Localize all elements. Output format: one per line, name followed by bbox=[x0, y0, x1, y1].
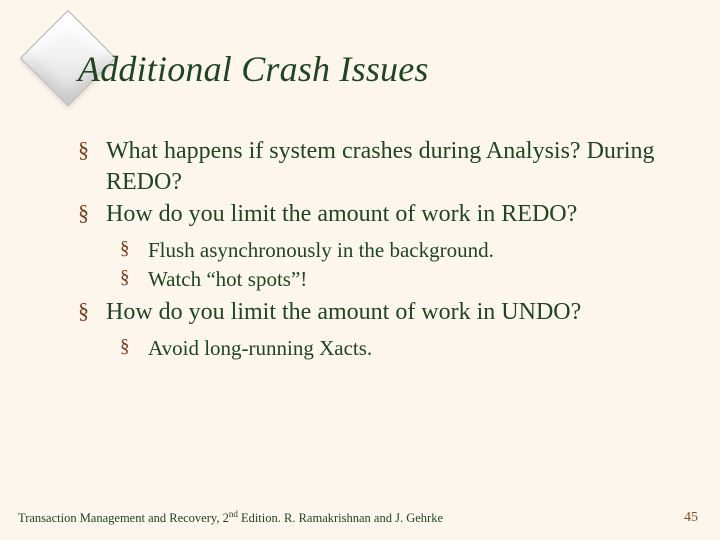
bullet-item: What happens if system crashes during An… bbox=[78, 136, 680, 197]
sub-bullet-item: Flush asynchronously in the background. bbox=[120, 236, 680, 264]
term-redo: REDO bbox=[106, 169, 171, 195]
slide-body: What happens if system crashes during An… bbox=[78, 136, 680, 366]
bullet-text-tail: ? bbox=[567, 201, 578, 227]
footer-pre: Transaction Management and Recovery, 2 bbox=[18, 511, 229, 525]
bullet-text-tail: ? bbox=[171, 169, 182, 195]
bullet-text: How do you limit the amount of work in bbox=[106, 201, 501, 227]
sub-bullet-item: Avoid long-running Xacts. bbox=[120, 334, 680, 362]
bullet-text: How do you limit the amount of work in bbox=[106, 299, 501, 325]
slide-title: Additional Crash Issues bbox=[78, 48, 429, 90]
footer-citation: Transaction Management and Recovery, 2nd… bbox=[18, 509, 443, 526]
bullet-text-tail: ? bbox=[571, 299, 582, 325]
sub-bullet-item: Watch “hot spots”! bbox=[120, 265, 680, 293]
term-redo: REDO bbox=[501, 201, 566, 227]
footer-post: Edition. R. Ramakrishnan and J. Gehrke bbox=[238, 511, 443, 525]
footer-sup: nd bbox=[229, 509, 238, 519]
bullet-list-level2: Avoid long-running Xacts. bbox=[106, 334, 680, 362]
bullet-text: What happens if system crashes during An… bbox=[106, 138, 655, 164]
page-number: 45 bbox=[684, 510, 698, 526]
bullet-item: How do you limit the amount of work in R… bbox=[78, 199, 680, 292]
bullet-list-level2: Flush asynchronously in the background. … bbox=[106, 236, 680, 293]
bullet-item: How do you limit the amount of work in U… bbox=[78, 297, 680, 362]
bullet-list-level1: What happens if system crashes during An… bbox=[78, 136, 680, 362]
term-undo: UNDO bbox=[501, 299, 570, 325]
